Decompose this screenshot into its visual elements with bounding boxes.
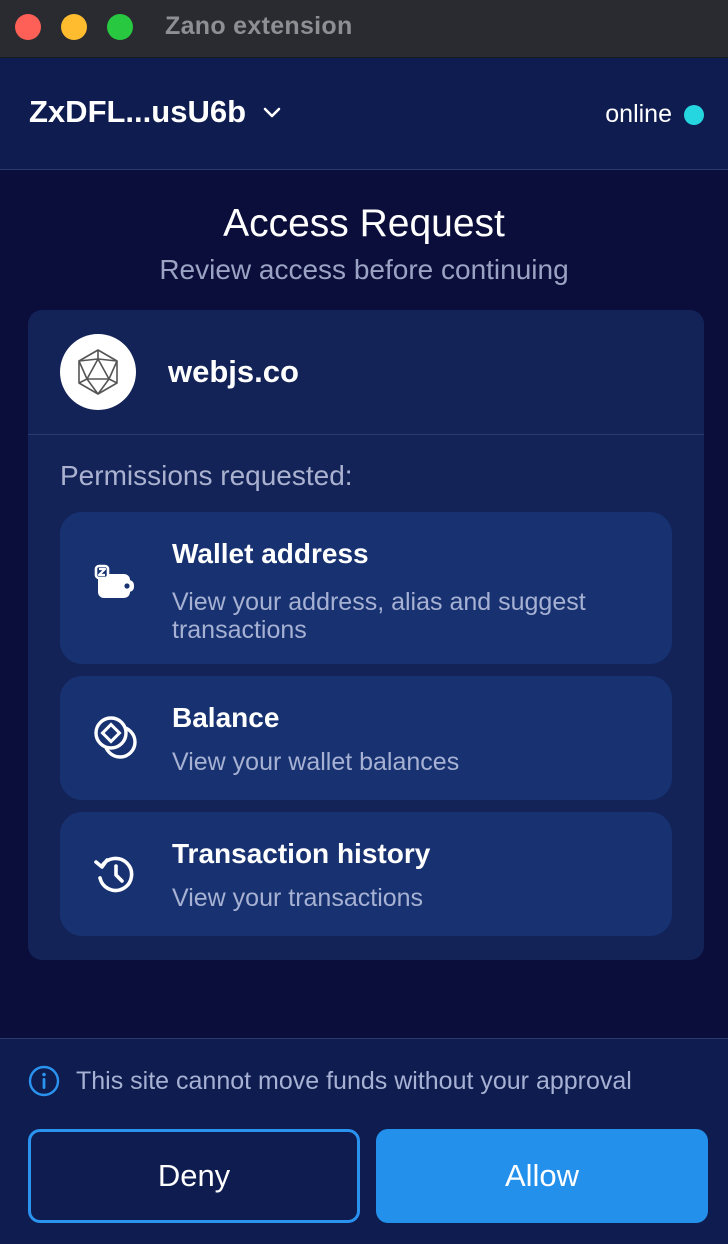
footer: This site cannot move funds without your… <box>0 1038 728 1244</box>
minimize-window-button[interactable] <box>61 14 87 40</box>
account-selector[interactable]: ZxDFL...usU6b <box>29 94 282 130</box>
permission-balance[interactable]: Balance View your wallet balances <box>60 676 672 800</box>
window-title: Zano extension <box>165 12 353 40</box>
wallet-icon <box>94 564 134 598</box>
permission-description: View your transactions <box>172 884 424 912</box>
history-icon <box>94 856 134 893</box>
account-name: ZxDFL...usU6b <box>29 94 247 129</box>
notice-text: This site cannot move funds without your… <box>76 1066 632 1095</box>
allow-button[interactable]: Allow <box>376 1129 708 1223</box>
coins-icon <box>94 716 137 759</box>
status-label: online <box>605 100 672 128</box>
chevron-down-icon <box>263 107 281 118</box>
site-logo-icon <box>60 334 136 410</box>
permission-title: Wallet address <box>172 538 369 569</box>
header: ZxDFL...usU6b online <box>0 58 728 170</box>
permission-title: Transaction history <box>172 838 431 869</box>
window-titlebar: Zano extension <box>0 0 728 58</box>
access-request-card: webjs.co Permissions requested: Wallet a… <box>28 310 704 960</box>
maximize-window-button[interactable] <box>107 14 133 40</box>
permission-transaction-history[interactable]: Transaction history View your transactio… <box>60 812 672 936</box>
page-subtitle: Review access before continuing <box>159 254 569 285</box>
connection-status: online <box>605 100 704 129</box>
permission-description: View your wallet balances <box>172 748 460 776</box>
permission-wallet-address[interactable]: Wallet address View your address, alias … <box>60 512 672 664</box>
permission-title: Balance <box>172 702 280 733</box>
deny-button[interactable]: Deny <box>28 1129 360 1223</box>
close-window-button[interactable] <box>15 14 41 40</box>
site-row: webjs.co <box>28 310 704 435</box>
site-name: webjs.co <box>168 354 299 389</box>
page-title: Access Request <box>223 202 505 245</box>
status-dot <box>684 104 704 125</box>
permissions-heading: Permissions requested: <box>60 460 353 491</box>
info-icon <box>28 1065 60 1097</box>
permission-description: View your address, alias and suggest tra… <box>172 588 586 644</box>
approval-notice: This site cannot move funds without your… <box>28 1065 632 1097</box>
